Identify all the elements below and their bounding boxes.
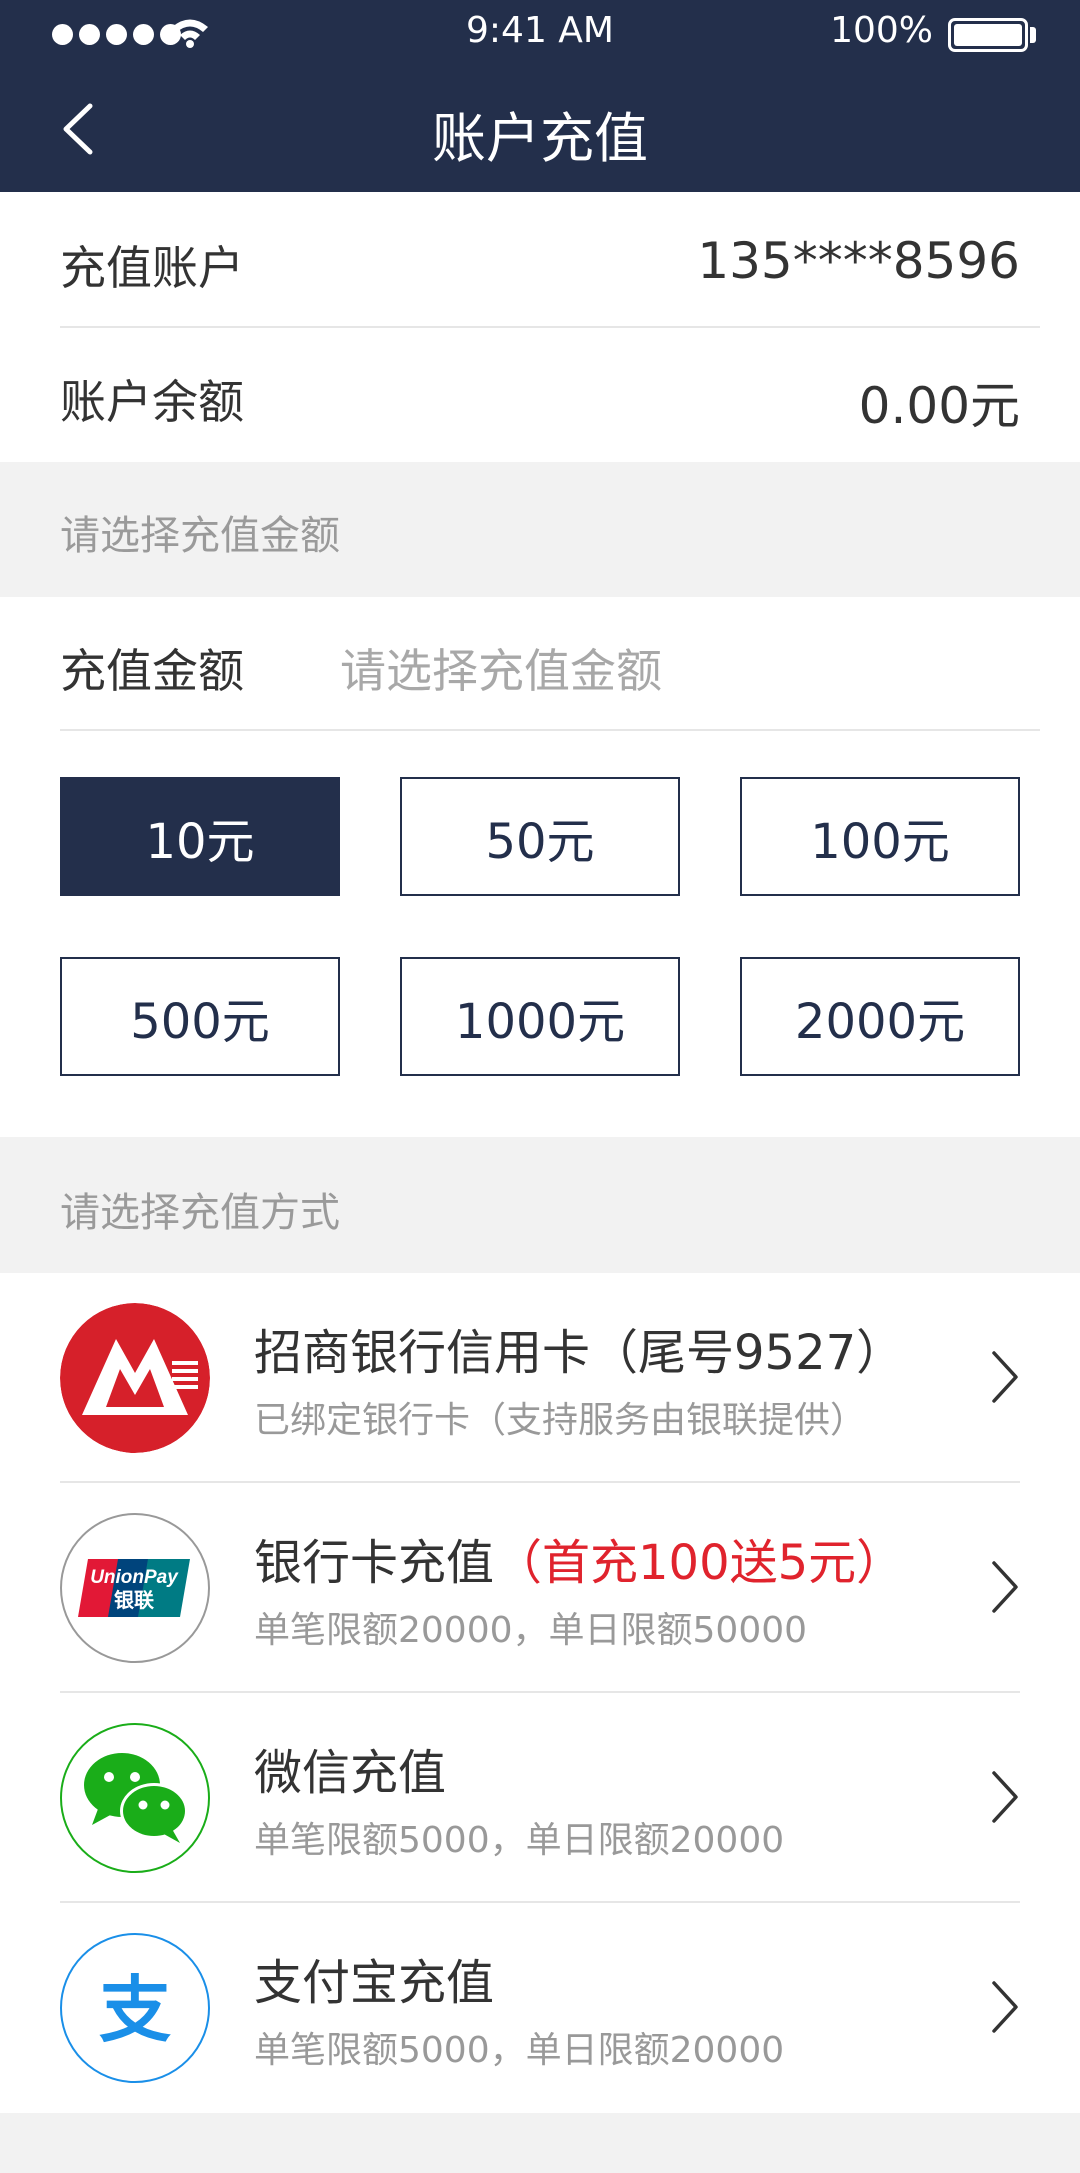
payment-method-subtitle: 单笔限额5000，单日限额20000: [254, 1820, 785, 1861]
balance-value: 0.00元: [858, 377, 1020, 435]
amount-input[interactable]: 请选择充值金额: [340, 635, 662, 701]
battery-percent: 100%: [830, 10, 933, 51]
payment-method-title: 支付宝充值: [254, 1943, 494, 2013]
amount-option-10[interactable]: 10元: [60, 777, 340, 896]
cmb-bank-icon: [60, 1303, 210, 1453]
svg-text:银联: 银联: [114, 1588, 154, 1612]
payment-section-header: 请选择充值方式: [60, 1190, 340, 1236]
amount-field-label: 充值金额: [60, 644, 244, 698]
alipay-icon: 支: [60, 1933, 210, 2083]
chevron-right-icon: [992, 1351, 1018, 1403]
payment-method-subtitle: 单笔限额5000，单日限额20000: [254, 2030, 785, 2071]
status-bar: 9:41 AM 100%: [0, 0, 1080, 64]
battery-tip: [1030, 27, 1036, 43]
payment-method-wechat[interactable]: 微信充值 单笔限额5000，单日限额20000: [0, 1693, 1080, 1903]
payment-method-bank-card[interactable]: UnionPay 银联 银行卡充值（首充100送5元） 单笔限额20000，单日…: [0, 1483, 1080, 1693]
recharge-account-value: 135****8596: [697, 232, 1020, 290]
amount-option-500[interactable]: 500元: [60, 957, 340, 1076]
payment-method-title-text: 银行卡充值: [254, 1535, 495, 1591]
alipay-glyph: 支: [99, 1968, 171, 2052]
payment-method-subtitle: 已绑定银行卡（支持服务由银联提供）: [254, 1400, 867, 1441]
payment-method-title: 微信充值: [254, 1733, 446, 1803]
amount-option-100[interactable]: 100元: [740, 777, 1020, 896]
payment-method-title: 招商银行信用卡（尾号9527）: [254, 1313, 904, 1383]
unionpay-icon: UnionPay 银联: [60, 1513, 210, 1663]
payment-method-subtitle: 单笔限额20000，单日限额50000: [254, 1610, 808, 1651]
payment-method-cmb[interactable]: 招商银行信用卡（尾号9527） 已绑定银行卡（支持服务由银联提供）: [0, 1273, 1080, 1483]
payment-method-title-text: 招商银行信用卡（尾号9527）: [254, 1325, 905, 1381]
promo-text: （首充100送5元）: [494, 1535, 905, 1591]
battery-icon: [948, 18, 1028, 52]
page-title: 账户充值: [432, 107, 648, 170]
recharge-account-label: 充值账户: [60, 241, 244, 295]
payment-method-alipay[interactable]: 支 支付宝充值 单笔限额5000，单日限额20000: [0, 1903, 1080, 2113]
amount-option-1000[interactable]: 1000元: [400, 957, 680, 1076]
balance-label: 账户余额: [60, 375, 244, 429]
amount-option-50[interactable]: 50元: [400, 777, 680, 896]
chevron-right-icon: [992, 1981, 1018, 2033]
payment-method-title: 银行卡充值（首充100送5元）: [254, 1523, 904, 1593]
payment-method-title-text: 微信充值: [254, 1745, 447, 1801]
chevron-right-icon: [992, 1771, 1018, 1823]
divider: [60, 729, 1040, 731]
chevron-right-icon: [992, 1561, 1018, 1613]
wechat-icon: [60, 1723, 210, 1873]
nav-bar: 账户充值: [0, 64, 1080, 192]
account-info-card: 充值账户 135****8596 账户余额 0.00元: [0, 192, 1080, 462]
payment-method-title-text: 支付宝充值: [254, 1955, 495, 2011]
amount-section-header: 请选择充值金额: [60, 513, 340, 559]
payment-methods-list: 招商银行信用卡（尾号9527） 已绑定银行卡（支持服务由银联提供） UnionP…: [0, 1273, 1080, 2113]
divider: [60, 326, 1040, 328]
svg-text:UnionPay: UnionPay: [90, 1567, 179, 1588]
amount-option-2000[interactable]: 2000元: [740, 957, 1020, 1076]
amount-card: 充值金额 请选择充值金额 10元 50元 100元 500元 1000元 200…: [0, 597, 1080, 1137]
